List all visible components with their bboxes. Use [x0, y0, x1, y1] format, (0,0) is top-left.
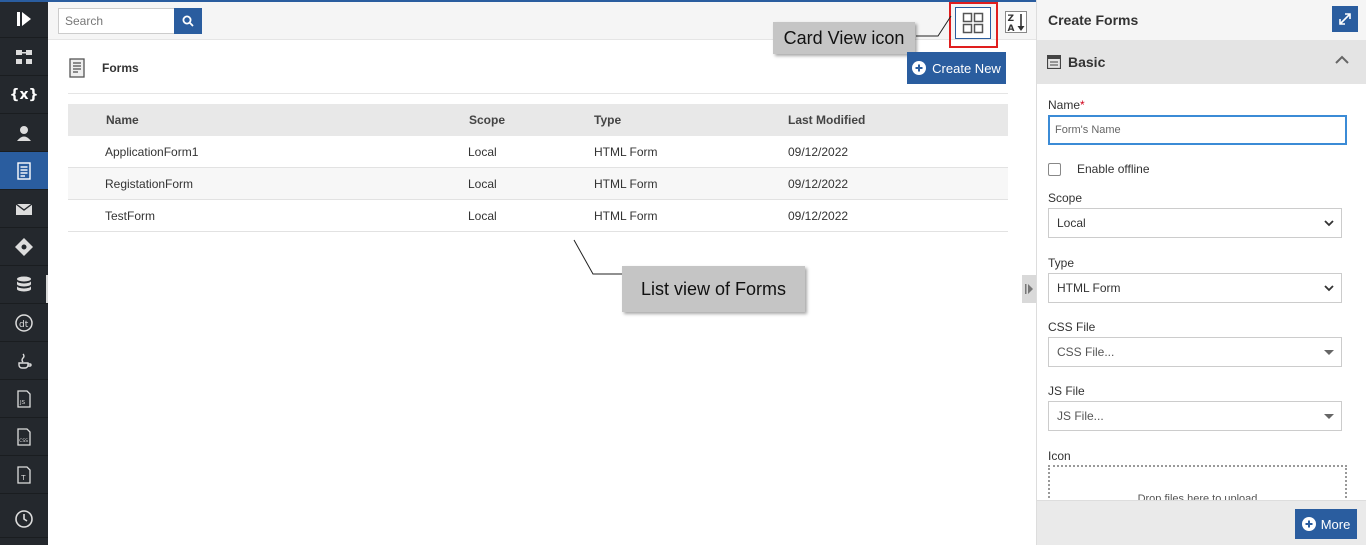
js-file-select-value: JS File...: [1057, 409, 1104, 423]
css-file-icon[interactable]: CSS: [0, 418, 48, 456]
column-header-last-modified[interactable]: Last Modified: [788, 104, 865, 136]
type-select-value: HTML Form: [1057, 281, 1121, 295]
cell-name: ApplicationForm1: [105, 145, 199, 159]
column-header-scope[interactable]: Scope: [469, 104, 505, 136]
panel-body: Name* Enable offline Scope Local Type HT…: [1037, 84, 1366, 500]
main-content: ZA Card View icon List view of Forms For…: [48, 0, 1036, 545]
card-view-icon: [962, 12, 984, 34]
forms-icon[interactable]: [0, 152, 48, 190]
decision-icon[interactable]: [0, 228, 48, 266]
database-icon[interactable]: [0, 266, 48, 304]
list-view-callout: List view of Forms: [622, 266, 805, 312]
icon-dropzone[interactable]: Drop files here to upload: [1048, 465, 1347, 500]
app-logo-icon[interactable]: [0, 0, 48, 38]
card-view-callout: Card View icon: [773, 22, 915, 54]
forms-page-icon: [69, 58, 85, 78]
caret-down-icon: [1324, 414, 1334, 419]
table-header: Name Scope Type Last Modified: [68, 104, 1008, 136]
forms-table: Name Scope Type Last Modified Applicatio…: [68, 104, 1008, 232]
css-file-select[interactable]: CSS File...: [1048, 337, 1342, 367]
variables-icon[interactable]: {x}: [0, 76, 48, 114]
more-label: More: [1320, 516, 1351, 532]
search-button[interactable]: [174, 8, 202, 34]
forms-header: Forms Create New: [68, 52, 1008, 94]
scope-select-value: Local: [1057, 216, 1086, 230]
icon-label: Icon: [1048, 449, 1071, 463]
svg-text:T: T: [20, 474, 26, 482]
panel-footer: More: [1037, 500, 1366, 545]
search-input[interactable]: [58, 8, 174, 34]
section-form-icon: [1047, 55, 1061, 69]
basic-section-header[interactable]: Basic: [1037, 40, 1366, 84]
js-file-select[interactable]: JS File...: [1048, 401, 1342, 431]
type-label: Type: [1048, 256, 1075, 270]
cell-last-modified: 09/12/2022: [788, 145, 849, 159]
svg-text:Z: Z: [1008, 14, 1015, 24]
js-file-icon[interactable]: JS: [0, 380, 48, 418]
workflow-icon[interactable]: [0, 38, 48, 76]
cell-name: TestForm: [105, 209, 156, 223]
svg-text:CSS: CSS: [19, 438, 28, 444]
chevron-down-icon: [1324, 220, 1334, 227]
chevron-down-icon: [1324, 285, 1334, 292]
form-name-input[interactable]: [1048, 115, 1347, 145]
css-file-label: CSS File: [1048, 320, 1096, 334]
right-collapse-handle[interactable]: [1022, 275, 1036, 303]
create-forms-panel: Create Forms Basic Name* Enable offline …: [1036, 0, 1366, 545]
chevron-up-icon[interactable]: [1335, 55, 1349, 65]
panel-title: Create Forms: [1048, 12, 1139, 28]
left-nav-rail: {x} dt JS CSS T: [0, 0, 48, 545]
create-new-button[interactable]: Create New: [907, 52, 1006, 84]
user-icon[interactable]: [0, 114, 48, 152]
plus-circle-icon: [1301, 517, 1316, 531]
cell-scope: Local: [468, 177, 497, 191]
cell-name: RegistationForm: [105, 177, 194, 191]
svg-text:dt: dt: [19, 320, 29, 330]
table-row[interactable]: RegistationForm Local HTML Form 09/12/20…: [68, 168, 1008, 200]
js-file-label: JS File: [1048, 384, 1085, 398]
required-marker: *: [1080, 98, 1085, 112]
card-view-button[interactable]: [955, 7, 991, 39]
expand-icon: [1339, 13, 1351, 25]
column-header-type[interactable]: Type: [594, 104, 621, 136]
expand-panel-button[interactable]: [1332, 6, 1358, 32]
svg-text:JS: JS: [19, 400, 26, 406]
caret-down-icon: [1324, 350, 1334, 355]
mail-icon[interactable]: [0, 190, 48, 228]
page-title: Forms: [102, 61, 139, 75]
search-icon: [182, 15, 194, 27]
sort-button[interactable]: ZA: [1004, 10, 1028, 34]
cell-last-modified: 09/12/2022: [788, 209, 849, 223]
column-header-name[interactable]: Name: [106, 104, 139, 136]
java-icon[interactable]: [0, 342, 48, 380]
section-title: Basic: [1068, 54, 1106, 70]
cell-scope: Local: [468, 145, 497, 159]
plus-circle-icon: [912, 61, 927, 75]
sort-az-icon: ZA: [1005, 11, 1027, 33]
cell-scope: Local: [468, 209, 497, 223]
table-row[interactable]: TestForm Local HTML Form 09/12/2022: [68, 200, 1008, 232]
enable-offline-label: Enable offline: [1077, 162, 1150, 176]
cell-last-modified: 09/12/2022: [788, 177, 849, 191]
scope-label: Scope: [1048, 191, 1083, 205]
css-file-select-value: CSS File...: [1057, 345, 1115, 359]
table-row[interactable]: ApplicationForm1 Local HTML Form 09/12/2…: [68, 136, 1008, 168]
cell-type: HTML Form: [594, 177, 658, 191]
scope-select[interactable]: Local: [1048, 208, 1342, 238]
more-button[interactable]: More: [1295, 509, 1357, 539]
name-label: Name*: [1048, 98, 1085, 112]
template-file-icon[interactable]: T: [0, 456, 48, 494]
decision-table-icon[interactable]: dt: [0, 304, 48, 342]
enable-offline-checkbox[interactable]: [1048, 163, 1061, 176]
type-select[interactable]: HTML Form: [1048, 273, 1342, 303]
svg-text:A: A: [1008, 24, 1015, 33]
panel-header: Create Forms: [1037, 0, 1366, 40]
history-clock-icon[interactable]: [0, 500, 48, 538]
cell-type: HTML Form: [594, 209, 658, 223]
create-new-label: Create New: [932, 60, 1001, 76]
cell-type: HTML Form: [594, 145, 658, 159]
